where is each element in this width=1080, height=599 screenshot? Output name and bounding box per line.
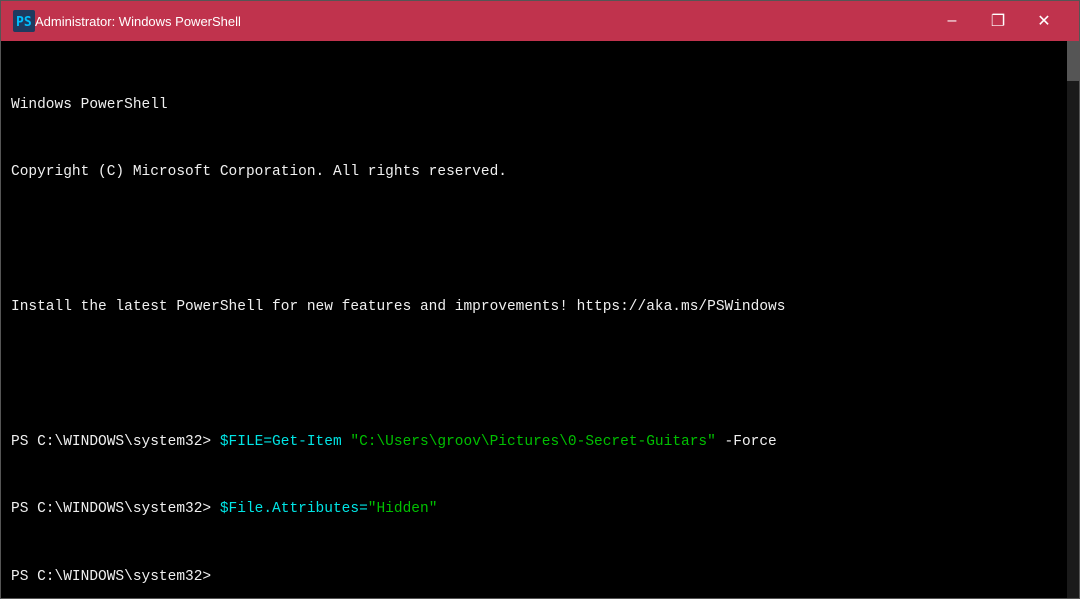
- prompt-3: PS C:\WINDOWS\system32>: [11, 569, 220, 585]
- maximize-button[interactable]: ❐: [975, 1, 1021, 41]
- output-line-1: Windows PowerShell: [11, 94, 1069, 116]
- powershell-window: PS Administrator: Windows PowerShell – ❐…: [0, 0, 1080, 599]
- window-controls: – ❐ ✕: [929, 1, 1067, 41]
- terminal-output: Windows PowerShell Copyright (C) Microso…: [11, 49, 1069, 598]
- cmd1-flag: -Force: [716, 434, 777, 450]
- powershell-icon: PS: [13, 10, 35, 32]
- cmd2-string: "Hidden": [368, 501, 438, 517]
- cmd2-variable: $File.Attributes=: [220, 501, 368, 517]
- prompt-1: PS C:\WINDOWS\system32>: [11, 434, 220, 450]
- cmd1-variable: $FILE=Get-Item: [220, 434, 351, 450]
- command-line-1: PS C:\WINDOWS\system32> $FILE=Get-Item "…: [11, 431, 1069, 453]
- terminal-body[interactable]: Windows PowerShell Copyright (C) Microso…: [1, 41, 1079, 598]
- minimize-button[interactable]: –: [929, 1, 975, 41]
- prompt-2: PS C:\WINDOWS\system32>: [11, 501, 220, 517]
- close-button[interactable]: ✕: [1021, 1, 1067, 41]
- output-line-4: Install the latest PowerShell for new fe…: [11, 296, 1069, 318]
- scrollbar[interactable]: [1067, 41, 1079, 598]
- svg-text:PS: PS: [16, 15, 32, 30]
- output-line-2: Copyright (C) Microsoft Corporation. All…: [11, 161, 1069, 183]
- command-line-2: PS C:\WINDOWS\system32> $File.Attributes…: [11, 498, 1069, 520]
- scrollbar-thumb[interactable]: [1067, 41, 1079, 81]
- window-title: Administrator: Windows PowerShell: [35, 14, 929, 29]
- cmd1-string: "C:\Users\groov\Pictures\0-Secret-Guitar…: [350, 434, 715, 450]
- output-line-3: [11, 229, 1069, 251]
- titlebar: PS Administrator: Windows PowerShell – ❐…: [1, 1, 1079, 41]
- command-line-3: PS C:\WINDOWS\system32>: [11, 566, 1069, 588]
- output-line-5: [11, 364, 1069, 386]
